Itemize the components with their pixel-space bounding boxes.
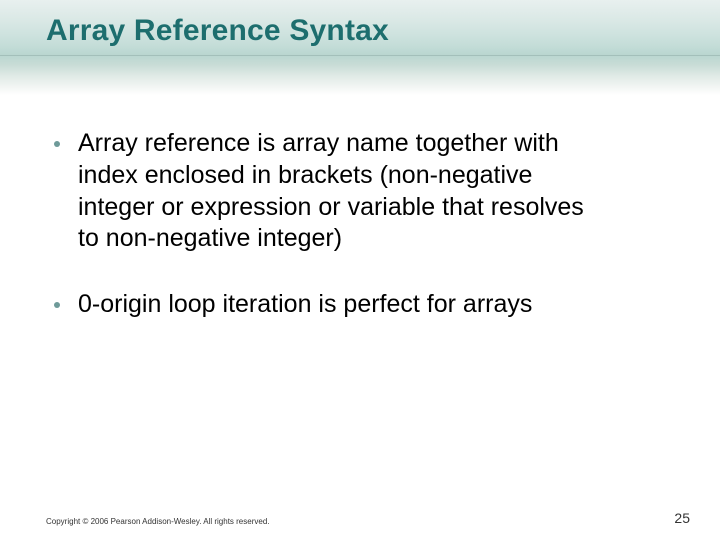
bullet-text: 0-origin loop iteration is perfect for a… <box>78 289 532 321</box>
page-number: 25 <box>674 510 690 526</box>
bullet-text: Array reference is array name together w… <box>78 128 598 255</box>
header-divider <box>0 55 720 56</box>
bullet-icon <box>54 141 60 147</box>
copyright-text: Copyright © 2006 Pearson Addison-Wesley.… <box>46 517 270 526</box>
slide-footer: Copyright © 2006 Pearson Addison-Wesley.… <box>46 510 690 526</box>
slide-content: Array reference is array name together w… <box>54 128 660 355</box>
bullet-icon <box>54 302 60 308</box>
slide-title: Array Reference Syntax <box>46 14 389 48</box>
list-item: Array reference is array name together w… <box>54 128 660 255</box>
list-item: 0-origin loop iteration is perfect for a… <box>54 289 660 321</box>
